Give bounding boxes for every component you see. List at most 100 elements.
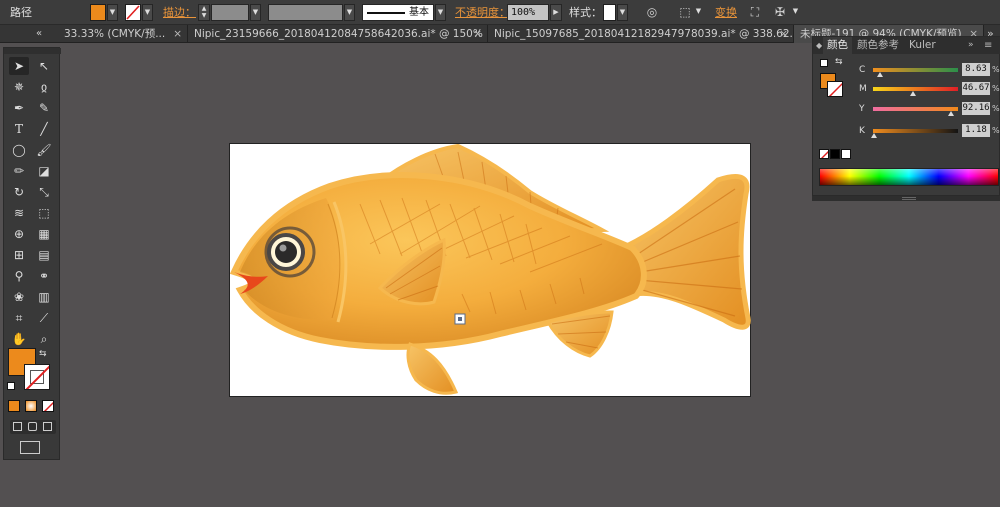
lasso-tool-icon[interactable]: ჲ <box>34 78 54 96</box>
slider-track[interactable] <box>873 129 958 133</box>
none-swatch[interactable] <box>819 149 829 159</box>
recolor-artwork-icon[interactable]: ◎ <box>643 4 661 21</box>
fill-dropdown[interactable]: ▼ <box>107 4 118 21</box>
stroke-label[interactable]: 描边： <box>163 4 196 21</box>
tab-color-guide[interactable]: 颜色参考 <box>853 37 903 54</box>
artboard[interactable] <box>229 143 751 397</box>
black-slider[interactable]: K 1.18 % <box>813 123 1000 139</box>
panel-menu-icon[interactable]: ≡ <box>984 37 992 54</box>
screen-mode-icon[interactable] <box>20 441 40 454</box>
panel-collapse-icon[interactable]: ◆ <box>816 37 822 54</box>
align-dropdown[interactable]: ▼ <box>693 4 704 21</box>
curvature-tool-icon[interactable]: ✎ <box>34 99 54 117</box>
transform-options-icon[interactable]: ✠ <box>771 4 789 21</box>
direct-selection-tool-icon[interactable]: ↖ <box>34 57 54 75</box>
tab-color[interactable]: 颜色 <box>823 37 852 54</box>
graphic-style-swatch[interactable] <box>603 4 616 21</box>
draw-normal-icon[interactable] <box>13 422 22 431</box>
slider-track[interactable] <box>873 107 958 111</box>
opacity-input[interactable]: 100% <box>507 4 549 21</box>
opacity-stepper[interactable]: ▶ <box>550 4 562 21</box>
close-icon[interactable]: × <box>779 25 788 43</box>
blend-tool-icon[interactable]: ⚭ <box>34 267 54 285</box>
channel-value-input[interactable]: 1.18 <box>962 124 990 137</box>
stroke-weight-input[interactable] <box>211 4 249 21</box>
artboard-tool-icon[interactable]: ⌗ <box>9 309 29 327</box>
tab-kuler[interactable]: Kuler <box>905 37 940 54</box>
slider-thumb[interactable] <box>877 72 884 77</box>
panel-grip[interactable] <box>4 48 61 54</box>
channel-value-input[interactable]: 8.63 <box>962 63 990 76</box>
variable-width-profile[interactable] <box>268 4 343 21</box>
channel-value-input[interactable]: 92.16 <box>962 102 990 115</box>
brush-definition[interactable]: 基本 <box>362 4 434 21</box>
transform-options-dropdown[interactable]: ▼ <box>790 4 801 21</box>
stroke-color-box[interactable] <box>24 364 50 390</box>
warp-tool-icon[interactable]: ≋ <box>9 204 29 222</box>
gradient-tool-icon[interactable]: ▤ <box>34 246 54 264</box>
color-spectrum[interactable] <box>819 168 999 186</box>
magic-wand-tool-icon[interactable]: ✵ <box>9 78 29 96</box>
tab-document-2[interactable]: Nipic_23159666_20180412084758642036.ai* … <box>188 25 488 43</box>
perspective-grid-tool-icon[interactable]: ▦ <box>34 225 54 243</box>
type-tool-icon[interactable]: T <box>9 120 29 138</box>
brush-dropdown[interactable]: ▼ <box>435 4 446 21</box>
eraser-tool-icon[interactable]: ◪ <box>34 162 54 180</box>
zoom-tool-icon[interactable]: ⌕ <box>34 330 54 348</box>
transform-link[interactable]: 变换 <box>715 4 737 21</box>
opacity-label[interactable]: 不透明度： <box>455 4 510 21</box>
fish-artwork[interactable] <box>229 143 752 398</box>
stroke-weight-dropdown[interactable]: ▼ <box>250 4 261 21</box>
tab-document-1[interactable]: 33.33% (CMYK/预... × <box>58 25 188 43</box>
shape-builder-tool-icon[interactable]: ⊕ <box>9 225 29 243</box>
cyan-slider[interactable]: C 8.63 % <box>813 62 1000 78</box>
tabs-scroll-left-icon[interactable]: « <box>36 25 42 43</box>
paintbrush-tool-icon[interactable]: 🖌 <box>34 141 54 159</box>
isolate-group-icon[interactable]: ⛶ <box>746 4 764 21</box>
stroke-weight-stepper[interactable]: ▲ ▼ <box>198 4 210 21</box>
panel-collapse-arrows-icon[interactable]: » <box>968 37 974 54</box>
eyedropper-tool-icon[interactable]: ⚲ <box>9 267 29 285</box>
rotate-tool-icon[interactable]: ↻ <box>9 183 29 201</box>
close-icon[interactable]: × <box>473 25 482 43</box>
stroke-dropdown[interactable]: ▼ <box>142 4 153 21</box>
symbol-sprayer-tool-icon[interactable]: ❀ <box>9 288 29 306</box>
black-swatch[interactable] <box>830 149 840 159</box>
column-graph-tool-icon[interactable]: ▥ <box>34 288 54 306</box>
ellipse-tool-icon[interactable]: ◯ <box>9 141 29 159</box>
pencil-tool-icon[interactable]: ✏ <box>9 162 29 180</box>
profile-dropdown[interactable]: ▼ <box>344 4 355 21</box>
slider-track[interactable] <box>873 68 958 72</box>
default-fill-stroke-icon[interactable] <box>7 382 15 390</box>
white-swatch[interactable] <box>841 149 851 159</box>
pen-tool-icon[interactable]: ✒ <box>9 99 29 117</box>
magenta-slider[interactable]: M 46.67 % <box>813 81 1000 97</box>
mesh-tool-icon[interactable]: ⊞ <box>9 246 29 264</box>
draw-inside-icon[interactable] <box>43 422 52 431</box>
graphic-style-dropdown[interactable]: ▼ <box>617 4 628 21</box>
close-icon[interactable]: × <box>173 25 182 43</box>
tab-document-3[interactable]: Nipic_15097685_20180412182947978039.ai* … <box>488 25 794 43</box>
slider-thumb[interactable] <box>909 91 916 96</box>
scale-tool-icon[interactable]: ⤡ <box>34 183 54 201</box>
selection-tool-icon[interactable]: ➤ <box>9 57 29 75</box>
panel-resize-grip[interactable] <box>812 196 1000 201</box>
line-tool-icon[interactable]: ╱ <box>34 120 54 138</box>
hand-tool-icon[interactable]: ✋ <box>9 330 29 348</box>
gradient-mode-icon[interactable] <box>25 400 37 412</box>
align-selection-icon[interactable]: ⬚ <box>676 4 694 21</box>
slice-tool-icon[interactable]: ⟋ <box>34 309 54 327</box>
color-mode-icon[interactable] <box>8 400 20 412</box>
channel-label: Y <box>859 104 865 114</box>
draw-behind-icon[interactable] <box>28 422 37 431</box>
slider-thumb[interactable] <box>871 133 877 138</box>
channel-value-input[interactable]: 46.67 <box>962 82 990 95</box>
none-mode-icon[interactable] <box>42 400 54 412</box>
channel-label: K <box>859 126 865 136</box>
swap-fill-stroke-icon[interactable]: ⇆ <box>39 349 47 359</box>
free-transform-tool-icon[interactable]: ⬚ <box>34 204 54 222</box>
fill-swatch[interactable] <box>90 4 106 21</box>
slider-thumb[interactable] <box>948 111 955 116</box>
stroke-swatch[interactable] <box>125 4 141 21</box>
yellow-slider[interactable]: Y 92.16 % <box>813 101 1000 117</box>
